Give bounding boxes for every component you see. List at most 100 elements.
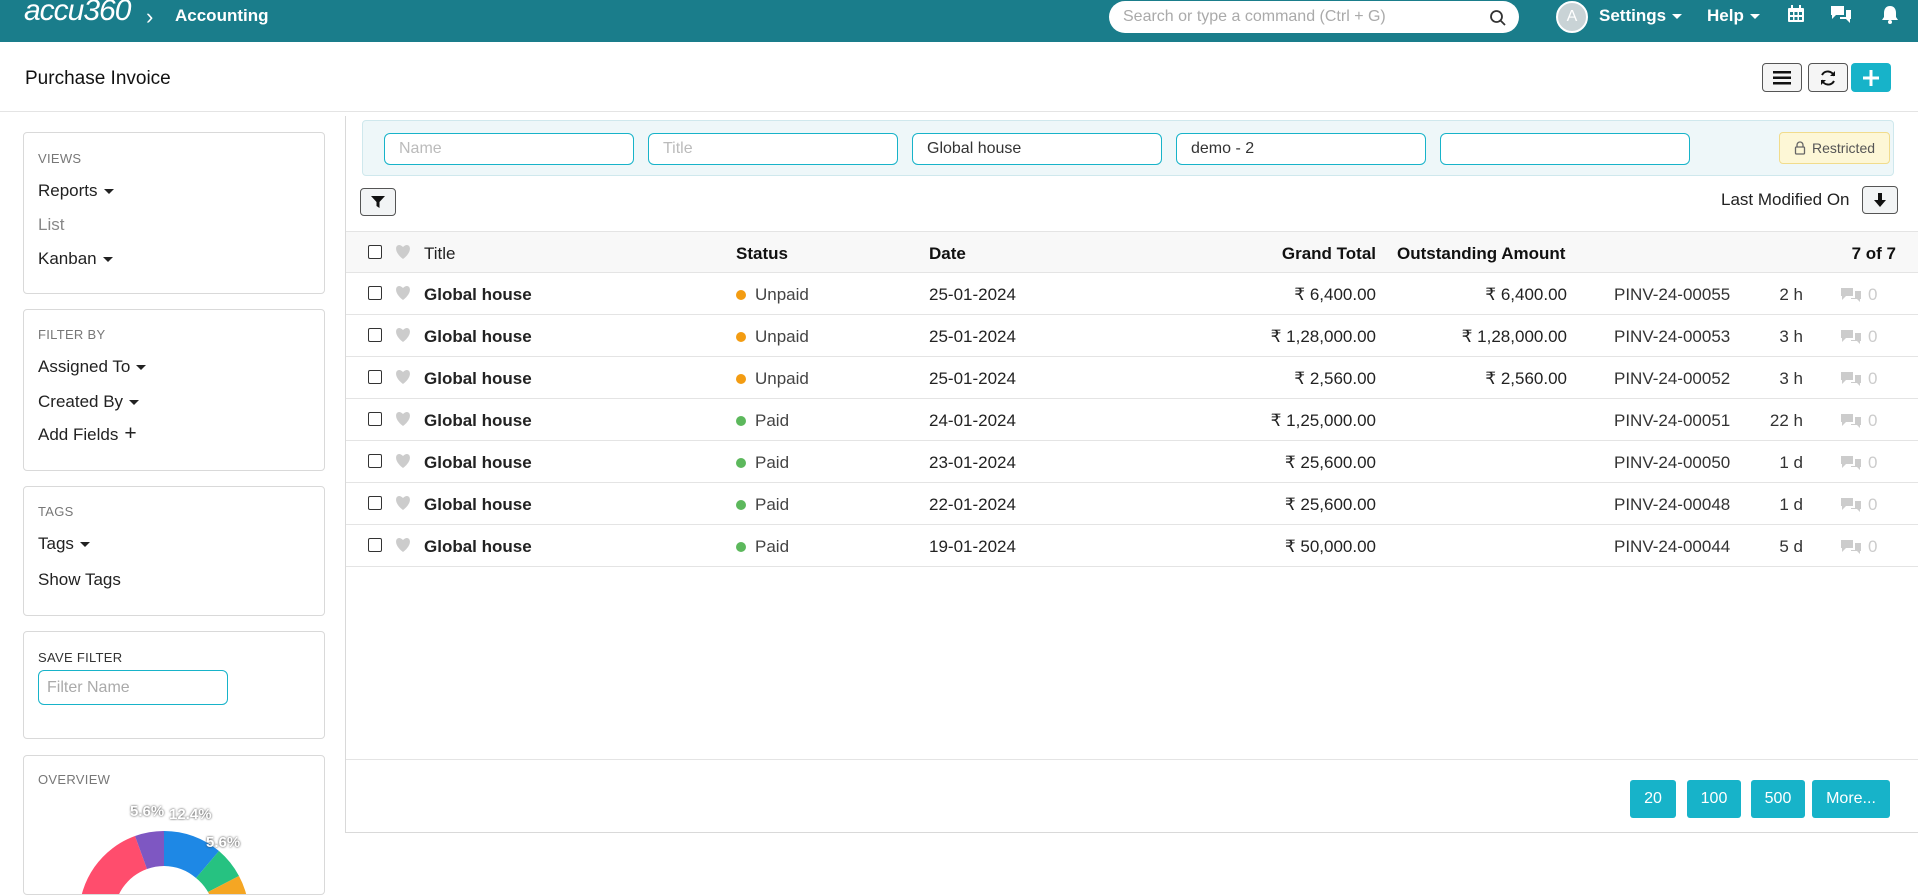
page-header: Purchase Invoice xyxy=(0,42,1918,112)
heart-icon[interactable] xyxy=(394,244,412,260)
sidebar-item-kanban[interactable]: Kanban xyxy=(38,249,113,269)
comment-count[interactable]: 0 xyxy=(1840,495,1877,515)
comment-count[interactable]: 0 xyxy=(1840,537,1877,557)
row-checkbox[interactable] xyxy=(368,286,382,300)
column-header-date[interactable]: Date xyxy=(929,244,966,264)
heart-icon[interactable] xyxy=(394,327,412,343)
caret-down-icon xyxy=(129,400,140,406)
comment-count[interactable]: 0 xyxy=(1840,369,1877,389)
heart-icon[interactable] xyxy=(394,369,412,385)
extra-filter-input[interactable] xyxy=(1440,133,1690,165)
page-size-20-button[interactable]: 20 xyxy=(1630,780,1676,818)
comment-count[interactable]: 0 xyxy=(1840,453,1877,473)
status-indicator[interactable]: Paid xyxy=(736,411,789,431)
page-size-500-button[interactable]: 500 xyxy=(1751,780,1805,818)
invoice-id-cell[interactable]: PINV-24-00051 xyxy=(1614,411,1730,431)
global-search[interactable] xyxy=(1109,1,1519,33)
row-checkbox[interactable] xyxy=(368,370,382,384)
invoice-id-cell[interactable]: PINV-24-00052 xyxy=(1614,369,1730,389)
column-header-grand-total[interactable]: Grand Total xyxy=(1196,244,1376,264)
filter-button[interactable] xyxy=(360,188,396,216)
record-count: 7 of 7 xyxy=(1851,244,1896,263)
company-filter-input[interactable] xyxy=(1176,133,1426,165)
invoice-id-cell[interactable]: PINV-24-00048 xyxy=(1614,495,1730,515)
comment-count[interactable]: 0 xyxy=(1840,411,1877,431)
invoice-title-link[interactable]: Global house xyxy=(424,327,532,347)
refresh-button[interactable] xyxy=(1808,63,1848,92)
table-row[interactable]: Global house Unpaid 25-01-2024 ₹ 1,28,00… xyxy=(346,315,1918,357)
title-filter-input[interactable] xyxy=(648,133,898,165)
caret-down-icon xyxy=(1672,14,1683,20)
invoice-title-link[interactable]: Global house xyxy=(424,537,532,557)
bell-icon[interactable] xyxy=(1881,5,1899,24)
table-row[interactable]: Global house Unpaid 25-01-2024 ₹ 2,560.0… xyxy=(346,357,1918,399)
invoice-title-link[interactable]: Global house xyxy=(424,285,532,305)
sort-order-button[interactable] xyxy=(1862,186,1898,214)
sidebar-item-assigned-to[interactable]: Assigned To xyxy=(38,357,147,377)
page-size-100-button[interactable]: 100 xyxy=(1687,780,1741,818)
heart-icon[interactable] xyxy=(394,537,412,553)
menu-button[interactable] xyxy=(1762,63,1802,92)
restricted-badge[interactable]: Restricted xyxy=(1779,132,1891,164)
row-checkbox[interactable] xyxy=(368,454,382,468)
breadcrumb-accounting[interactable]: Accounting xyxy=(175,6,269,26)
heart-icon[interactable] xyxy=(394,285,412,301)
table-row[interactable]: Global house Paid 19-01-2024 ₹ 50,000.00… xyxy=(346,525,1918,567)
table-row[interactable]: Global house Paid 24-01-2024 ₹ 1,25,000.… xyxy=(346,399,1918,441)
help-dropdown[interactable]: Help xyxy=(1707,6,1760,26)
invoice-id-cell[interactable]: PINV-24-00044 xyxy=(1614,537,1730,557)
table-row[interactable]: Global house Unpaid 25-01-2024 ₹ 6,400.0… xyxy=(346,273,1918,315)
heart-icon[interactable] xyxy=(394,495,412,511)
sidebar-item-tags[interactable]: Tags xyxy=(38,534,90,554)
select-all-checkbox[interactable] xyxy=(368,245,382,259)
status-indicator[interactable]: Paid xyxy=(736,495,789,515)
grand-total-cell: ₹ 6,400.00 xyxy=(1294,285,1376,304)
invoice-id-cell[interactable]: PINV-24-00053 xyxy=(1614,327,1730,347)
filter-name-input[interactable] xyxy=(38,670,228,705)
invoice-id-cell[interactable]: PINV-24-00050 xyxy=(1614,453,1730,473)
invoice-title-link[interactable]: Global house xyxy=(424,495,532,515)
invoice-title-link[interactable]: Global house xyxy=(424,411,532,431)
load-more-button[interactable]: More... xyxy=(1812,780,1890,818)
table-row[interactable]: Global house Paid 23-01-2024 ₹ 25,600.00… xyxy=(346,441,1918,483)
comment-count[interactable]: 0 xyxy=(1840,285,1877,305)
sort-by-label[interactable]: Last Modified On xyxy=(1721,190,1850,210)
heart-icon[interactable] xyxy=(394,411,412,427)
sidebar-item-reports[interactable]: Reports xyxy=(38,181,114,201)
avatar[interactable]: A xyxy=(1556,1,1588,33)
column-header-outstanding[interactable]: Outstanding Amount xyxy=(1397,244,1565,264)
invoice-title-link[interactable]: Global house xyxy=(424,369,532,389)
status-indicator[interactable]: Unpaid xyxy=(736,285,809,305)
app-logo[interactable]: accu360 xyxy=(24,0,131,28)
sidebar-item-show-tags[interactable]: Show Tags xyxy=(38,570,121,590)
row-checkbox[interactable] xyxy=(368,412,382,426)
row-checkbox[interactable] xyxy=(368,328,382,342)
invoice-id-cell[interactable]: PINV-24-00055 xyxy=(1614,285,1730,305)
comment-count[interactable]: 0 xyxy=(1840,327,1877,347)
column-header-status[interactable]: Status xyxy=(736,244,788,264)
invoice-title-link[interactable]: Global house xyxy=(424,453,532,473)
search-input[interactable] xyxy=(1123,8,1483,26)
status-indicator[interactable]: Unpaid xyxy=(736,369,809,389)
caret-down-icon xyxy=(102,257,113,263)
sidebar-item-created-by[interactable]: Created By xyxy=(38,392,140,412)
column-header-title[interactable]: Title xyxy=(424,244,456,264)
status-indicator[interactable]: Paid xyxy=(736,537,789,557)
supplier-filter-input[interactable] xyxy=(912,133,1162,165)
search-icon[interactable] xyxy=(1489,9,1507,27)
chat-icon[interactable] xyxy=(1830,5,1852,23)
row-checkbox[interactable] xyxy=(368,538,382,552)
sidebar-item-list[interactable]: List xyxy=(38,215,64,235)
sidebar-item-add-fields[interactable]: Add Fields + xyxy=(38,423,137,445)
views-panel: VIEWS Reports List Kanban xyxy=(23,132,325,294)
status-indicator[interactable]: Unpaid xyxy=(736,327,809,347)
name-filter-input[interactable] xyxy=(384,133,634,165)
add-invoice-button[interactable] xyxy=(1851,63,1891,92)
table-row[interactable]: Global house Paid 22-01-2024 ₹ 25,600.00… xyxy=(346,483,1918,525)
row-checkbox[interactable] xyxy=(368,496,382,510)
calendar-icon[interactable] xyxy=(1787,5,1805,23)
settings-dropdown[interactable]: Settings xyxy=(1599,6,1683,26)
table-body: Global house Unpaid 25-01-2024 ₹ 6,400.0… xyxy=(346,273,1918,567)
status-indicator[interactable]: Paid xyxy=(736,453,789,473)
heart-icon[interactable] xyxy=(394,453,412,469)
